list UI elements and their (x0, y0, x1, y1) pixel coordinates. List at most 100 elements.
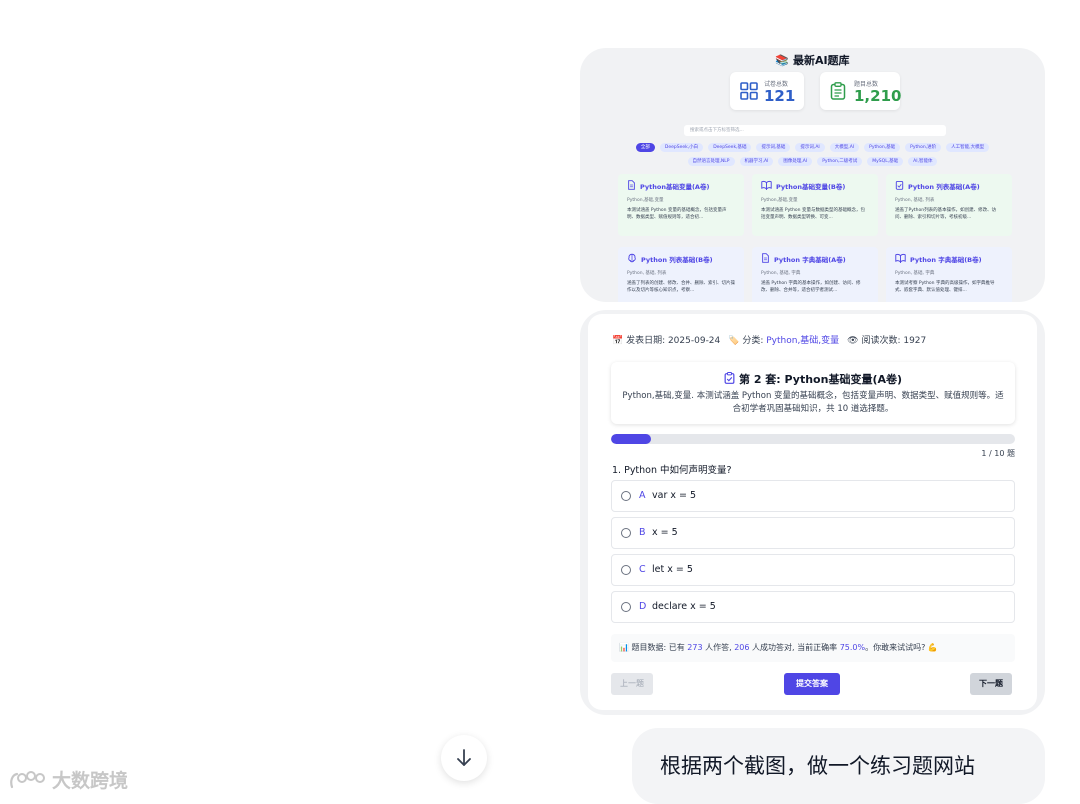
option-text: var x = 5 (652, 490, 697, 501)
stats-prefix: 📊 题目数据: 已有 (619, 643, 685, 652)
screenshot-library-card: 📚 最新AI题库 试卷总数 121 题目总数 1,210 搜索或点击下方标签筛选… (580, 48, 1045, 302)
paper-card-title: Python 字典基础(A卷) (761, 253, 869, 265)
category-prefix: 🏷️ 分类: (728, 336, 764, 346)
tag-row-2: 自然语言处理,NLP 机器学习,AI 图像处理,AI Python,二级考试 MySQL… (580, 157, 1045, 166)
filter-tag[interactable]: 图像处理,AI (778, 157, 813, 166)
book-icon (761, 180, 772, 192)
paper-card-title-text: Python 字典基础(A卷) (774, 256, 846, 264)
watermark-logo-icon (10, 770, 45, 788)
radio-icon[interactable] (621, 528, 631, 538)
paper-card-tags: Python,基础,变量 (627, 198, 664, 203)
option-c[interactable]: C let x = 5 (611, 554, 1015, 586)
paper-card[interactable]: Python 列表基础(A卷) Python, 基础, 列表 涵盖了Python列表… (886, 174, 1012, 236)
clipboard-icon (895, 180, 904, 192)
filter-tag[interactable]: 自然语言处理,NLP (687, 157, 735, 166)
paper-card[interactable]: Python 列表基础(B卷) Python, 基础, 列表涵盖了列表的创建、修改… (618, 247, 744, 302)
filter-tag[interactable]: 提示词,AI (795, 143, 825, 152)
paper-card-title-text: Python基础变量(B卷) (776, 183, 846, 191)
paper-card-title-text: Python 列表基础(B卷) (641, 256, 713, 264)
clipboard-icon (830, 82, 846, 100)
paper-card-title-text: Python基础变量(A卷) (640, 183, 710, 191)
paper-card-tags: Python,基础,变量 (761, 198, 798, 203)
stat-papers-value: 121 (764, 87, 796, 105)
option-a[interactable]: A var x = 5 (611, 480, 1015, 512)
next-button[interactable]: 下一题 (970, 673, 1012, 695)
option-letter: C (639, 564, 646, 575)
prev-button[interactable]: 上一题 (611, 673, 653, 695)
radio-icon[interactable] (621, 491, 631, 501)
screenshot-quiz-card: 📅 发表日期: 2025-09-24 🏷️ 分类: Python,基础,变量 👁… (580, 310, 1045, 715)
paper-card-title: Python 列表基础(A卷) (895, 180, 1003, 192)
watermark-text: 大数跨境 (52, 770, 129, 792)
correct-count: 206 (734, 643, 750, 652)
quiz-meta: 📅 发表日期: 2025-09-24 🏷️ 分类: Python,基础,变量 👁… (612, 333, 926, 346)
grid-icon (740, 82, 758, 100)
library-title: 📚 最新AI题库 (775, 54, 850, 67)
filter-tag[interactable]: 人工智能,大模型 (946, 143, 990, 152)
paper-card[interactable]: Python 字典基础(A卷) Python, 基础, 字典 涵盖 Python 字… (752, 247, 878, 302)
paper-card-description: 涵盖了列表的创建、修改、合并、删除、索引、切片操作以及切片等核心知识点，考察..… (627, 281, 735, 293)
filter-tag[interactable]: Python,基础 (864, 143, 901, 152)
stat-questions: 题目总数 1,210 (820, 72, 901, 110)
document-icon (627, 180, 636, 192)
category-value[interactable]: Python,基础,变量 (766, 336, 839, 346)
paper-card-description: 本测试涵盖 Python 变量与数据类型的基础概念，包括变量声明、数据类型转换、… (761, 208, 865, 220)
brain-icon (627, 253, 637, 265)
filter-tag[interactable]: DeepSeek,小白 (659, 143, 704, 152)
option-text: x = 5 (652, 527, 678, 538)
paper-card-title: Python基础变量(A卷) (627, 180, 735, 192)
quiz-panel: 📅 发表日期: 2025-09-24 🏷️ 分类: Python,基础,变量 👁… (588, 314, 1037, 710)
clipboard-check-icon (724, 372, 735, 384)
filter-tag[interactable]: 机器学习,AI (739, 157, 774, 166)
user-message-bubble: 根据两个截图，做一个练习题网站 (632, 728, 1045, 804)
watermark: 大数跨境 (8, 766, 128, 793)
option-letter: D (639, 601, 647, 612)
paper-card-description: 本测试考察 Python 字典的高级操作，如字典推导式、嵌套字典、默认值处理、键… (895, 281, 995, 293)
quiz-title: 第 2 套: Python基础变量(A卷) (611, 371, 1015, 387)
paper-card-title: Python 列表基础(B卷) (627, 253, 735, 265)
paper-card-title: Python基础变量(B卷) (761, 180, 869, 192)
search-input[interactable]: 搜索或点击下方标签筛选... (684, 125, 946, 136)
progress-bar (611, 434, 1015, 444)
filter-tag[interactable]: 全部 (635, 143, 655, 152)
paper-card-title-text: Python 列表基础(A卷) (908, 183, 980, 191)
filter-tag[interactable]: Python,二级考试 (817, 157, 863, 166)
scroll-down-button[interactable] (441, 735, 487, 781)
quiz-title-text: 第 2 套: Python基础变量(A卷) (738, 373, 903, 386)
paper-card-title-text: Python 字典基础(B卷) (910, 256, 982, 264)
stats-mid2: 人成功答对, 当前正确率 (752, 643, 838, 652)
view-count: 👁 阅读次数: 1927 (847, 336, 927, 346)
option-text: let x = 5 (652, 564, 693, 575)
filter-tag[interactable]: MySQL,基础 (867, 157, 904, 166)
filter-tag[interactable]: Python,进阶 (905, 143, 942, 152)
category-label: 🏷️ 分类: Python,基础,变量 (728, 333, 839, 346)
stats-mid1: 人作答, (705, 643, 732, 652)
paper-card-tags: Python, 基础, 列表 (627, 271, 667, 276)
document-icon (761, 253, 770, 265)
question-stats: 📊 题目数据: 已有 273 人作答, 206 人成功答对, 当前正确率 75.… (611, 634, 1015, 662)
paper-card-description: 涵盖 Python 字典的基本操作，如创建、访问、修改、删除、合并等，适合初学者… (761, 281, 861, 293)
quiz-header: 第 2 套: Python基础变量(A卷) Python,基础,变量. 本测试涵… (611, 362, 1015, 424)
question-text: 1. Python 中如何声明变量? (612, 465, 732, 476)
tag-row-1: 全部 DeepSeek,小白 DeepSeek,基础 提示词,基础 提示词,AI 大模型,… (580, 143, 1045, 152)
arrow-down-icon (457, 749, 471, 766)
option-letter: A (639, 490, 646, 501)
publish-date: 📅 发表日期: 2025-09-24 (612, 336, 721, 346)
filter-tag[interactable]: AI,智能体 (908, 157, 938, 166)
paper-card[interactable]: Python基础变量(B卷) Python,基础,变量本测试涵盖 Python 变… (752, 174, 878, 236)
radio-icon[interactable] (621, 565, 631, 575)
progress-fill (611, 434, 652, 444)
paper-card-description: 涵盖了Python列表的基本操作，如创建、修改、访问、删除、索引和切片等，考核初… (895, 208, 997, 220)
submit-button[interactable]: 提交答案 (784, 673, 840, 695)
paper-card-tags: Python, 基础, 字典 (895, 271, 935, 276)
radio-icon[interactable] (621, 602, 631, 612)
option-letter: B (639, 527, 646, 538)
paper-card[interactable]: Python 字典基础(B卷) Python, 基础, 字典本测试考察 Pytho… (886, 247, 1012, 302)
filter-tag[interactable]: 大模型,AI (829, 143, 860, 152)
filter-tag[interactable]: 提示词,基础 (756, 143, 791, 152)
option-b[interactable]: B x = 5 (611, 517, 1015, 549)
paper-card-title: Python 字典基础(B卷) (895, 253, 1003, 265)
filter-tag[interactable]: DeepSeek,基础 (708, 143, 752, 152)
option-d[interactable]: D declare x = 5 (611, 591, 1015, 623)
paper-card[interactable]: Python基础变量(A卷) Python,基础,变量 本测试涵盖 Python 变… (618, 174, 744, 236)
